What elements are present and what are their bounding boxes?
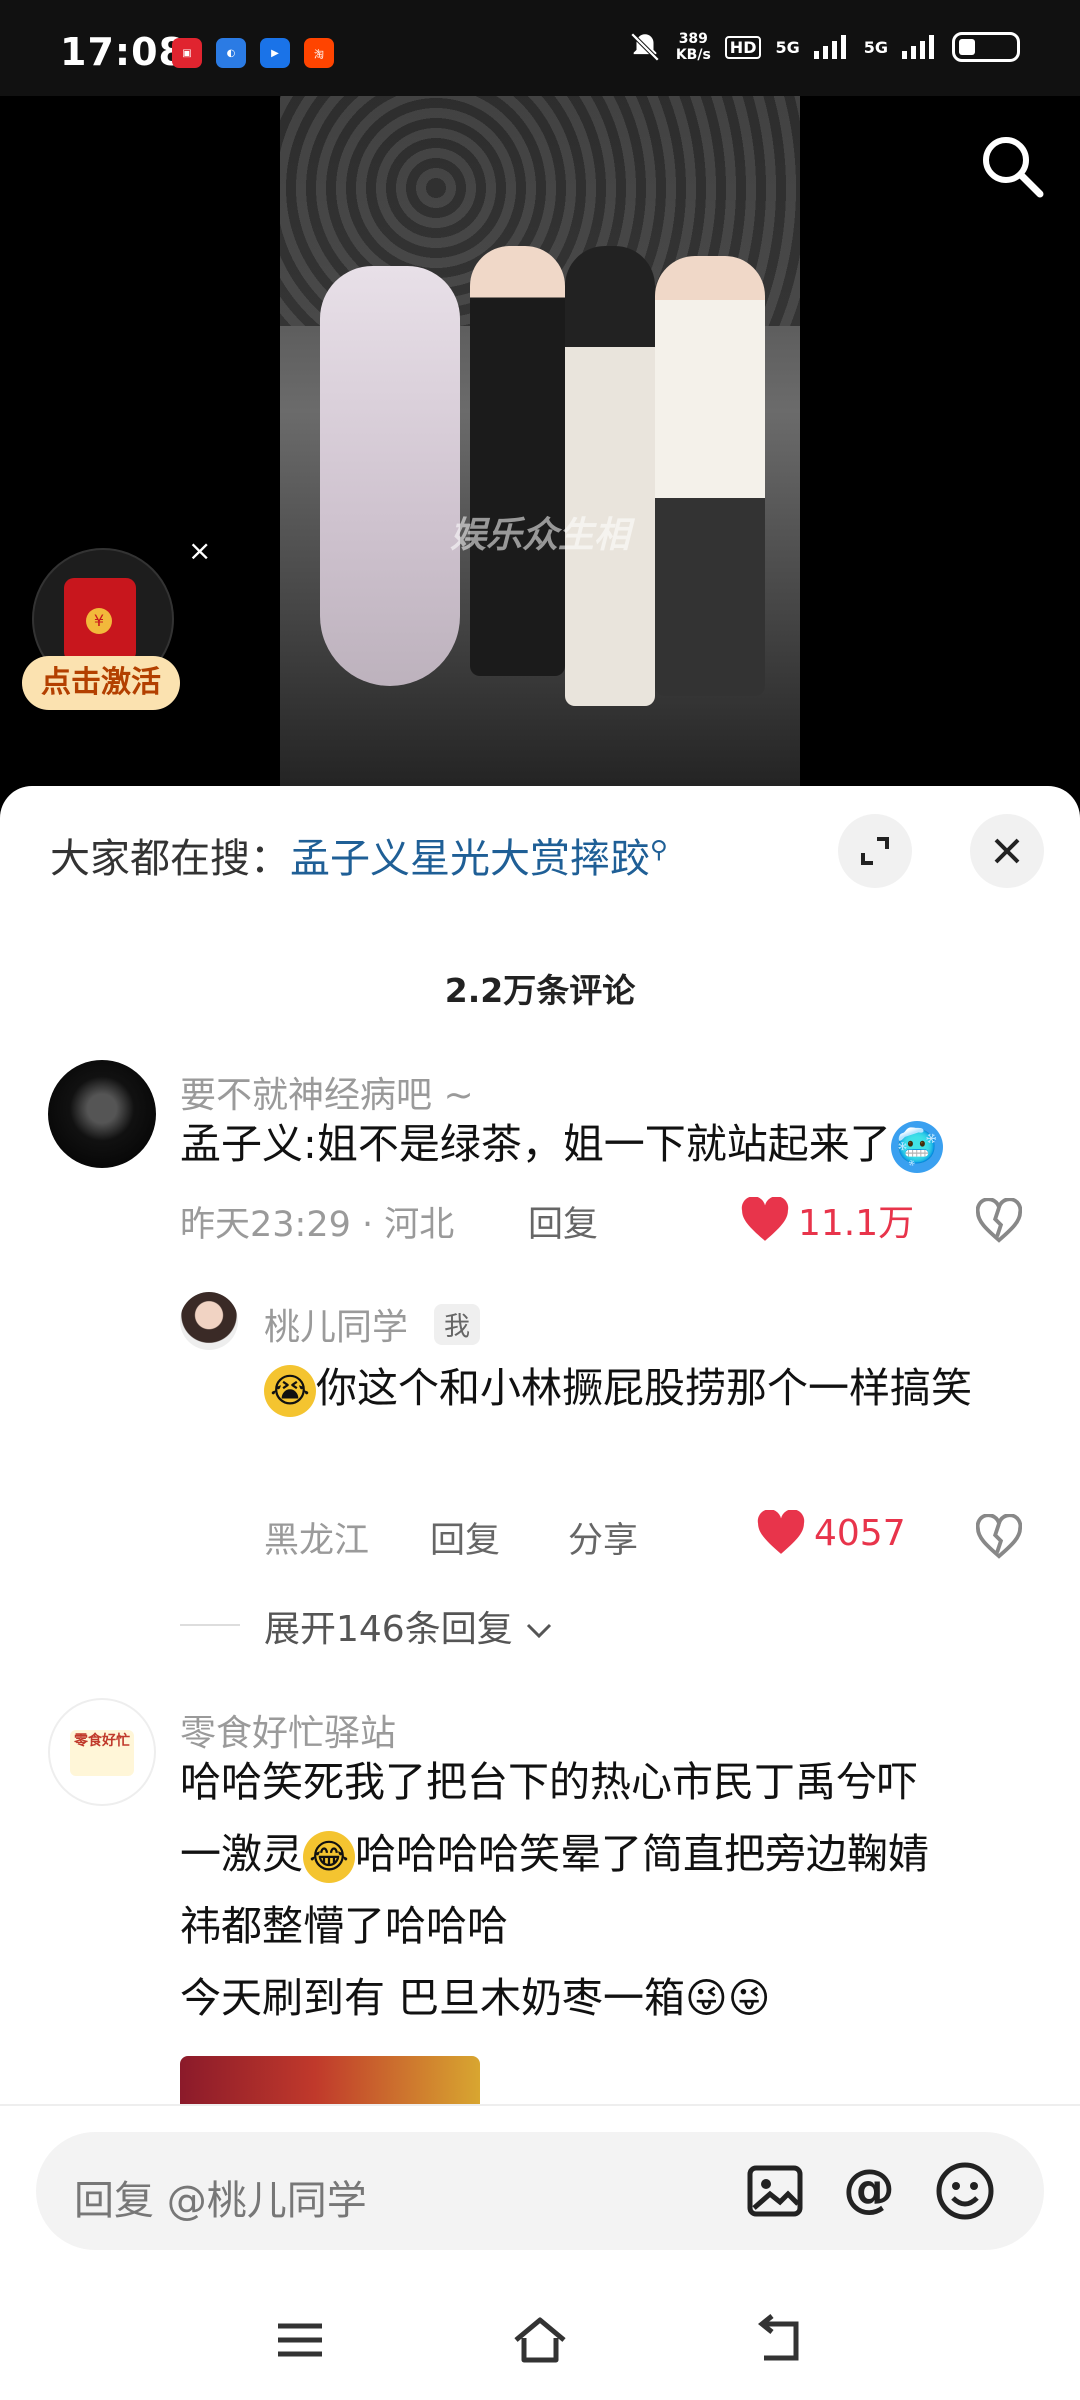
heart-icon <box>757 1510 805 1554</box>
signal-sim1: 5G <box>775 37 800 57</box>
close-icon <box>994 838 1020 864</box>
red-packet-widget[interactable]: 点击激活 × <box>22 534 211 710</box>
signal-bars-icon <box>902 35 934 59</box>
app-notification-icon: 淘 <box>304 38 334 68</box>
share-button[interactable]: 分享 <box>568 1512 638 1563</box>
expand-button[interactable] <box>838 814 912 888</box>
reply-username[interactable]: 桃儿同学 <box>264 1298 408 1350</box>
comment-line: 哈哈笑死我了把台下的热心市民丁禹兮吓 <box>180 1758 918 1806</box>
like-button[interactable]: 4057 <box>756 1510 906 1556</box>
close-button[interactable] <box>970 814 1044 888</box>
search-icon[interactable] <box>976 130 1048 202</box>
battery-icon <box>952 32 1020 62</box>
app-notification-icon: ▣ <box>172 38 202 68</box>
broken-heart-icon[interactable] <box>976 1198 1022 1244</box>
emoji-icon[interactable] <box>932 2158 998 2224</box>
home-icon[interactable] <box>510 2310 570 2370</box>
app-notification-icon: ◐ <box>216 38 246 68</box>
comment-line: 一激灵 😂 哈哈哈哈笑晕了简直把旁边鞠婧 <box>180 1818 1040 1890</box>
video-figure <box>565 246 655 706</box>
divider <box>180 1624 240 1626</box>
reply-input-bar: 回复 @桃儿同学 @ <box>0 2104 1080 2274</box>
like-button[interactable]: 11.1万 <box>740 1194 914 1246</box>
reply-button[interactable]: 回复 <box>528 1196 598 1247</box>
reply-input-placeholder: 回复 @桃儿同学 <box>74 2178 367 2224</box>
search-icon: ⚲ <box>650 835 668 864</box>
video-figure <box>320 266 460 686</box>
emoji: 😭 <box>264 1365 316 1417</box>
reply-location: 黑龙江 <box>264 1521 370 1561</box>
back-icon[interactable] <box>750 2310 810 2370</box>
hd-badge: HD <box>724 35 762 59</box>
red-envelope-icon <box>64 578 136 662</box>
comment-line: 祎都整懵了哈哈哈 <box>180 1902 508 1950</box>
avatar[interactable] <box>48 1060 156 1168</box>
me-badge: 我 <box>434 1304 481 1345</box>
comment-text: 哈哈笑死我了把台下的热心市民丁禹兮吓 一激灵 😂 哈哈哈哈笑晕了简直把旁边鞠婧 祎都… <box>180 1746 1040 2034</box>
broken-heart-icon[interactable] <box>976 1514 1022 1560</box>
trending-search-keyword[interactable]: 孟子义星光大赏摔跤 <box>290 836 650 882</box>
emoji: 😂 <box>303 1831 355 1883</box>
reply-button[interactable]: 回复 <box>430 1512 500 1563</box>
reply-input[interactable]: 回复 @桃儿同学 @ <box>36 2132 1044 2250</box>
video-frame[interactable]: 娱乐众生相 <box>280 96 800 796</box>
signal-sim2: 5G <box>863 37 888 57</box>
status-bar: 17:08 ▣ ◐ ▶ 淘 389 KB/s HD 5G 5G <box>0 0 1080 96</box>
heart-icon <box>741 1197 789 1241</box>
avatar[interactable]: 零食好忙 <box>48 1698 156 1806</box>
comment-count: 2.2万条评论 <box>444 971 636 1010</box>
like-count: 11.1万 <box>798 1203 915 1244</box>
trending-search-prefix: 大家都在搜： <box>50 836 290 882</box>
svg-text:@: @ <box>843 2159 895 2219</box>
status-app-icons: ▣ ◐ ▶ 淘 <box>172 38 334 68</box>
avatar-logo-text: 零食好忙 <box>70 1730 134 1776</box>
trending-search[interactable]: 大家都在搜：孟子义星光大赏摔跤⚲ <box>50 826 668 884</box>
reply-text: 😭 你这个和小林撅屁股捞那个一样搞笑 <box>264 1352 1024 1424</box>
mention-icon[interactable]: @ <box>836 2158 902 2224</box>
comment-text: 孟子义:姐不是绿茶，姐一下就站起来了 🥶 <box>180 1108 943 1180</box>
close-icon[interactable]: × <box>188 534 211 567</box>
like-count: 4057 <box>814 1512 906 1554</box>
comment-time-location: 昨天23:29 · 河北 <box>180 1205 455 1245</box>
comment-line: 今天刷到有 巴旦木奶枣一箱😜😜 <box>180 1974 771 2022</box>
status-indicators: 389 KB/s HD 5G 5G <box>628 30 1020 64</box>
video-watermark: 娱乐众生相 <box>450 515 631 556</box>
expand-replies-button[interactable]: 展开146条回复 <box>264 1600 554 1652</box>
status-time: 17:08 <box>60 30 186 74</box>
avatar[interactable] <box>180 1292 238 1350</box>
mute-bell-icon <box>630 32 660 62</box>
app-notification-icon: ▶ <box>260 38 290 68</box>
chevron-down-icon <box>527 1623 552 1639</box>
image-icon[interactable] <box>742 2158 808 2224</box>
menu-icon[interactable] <box>270 2310 330 2370</box>
video-figure <box>655 256 765 696</box>
video-figure <box>470 246 565 676</box>
red-packet-activate-button[interactable]: 点击激活 <box>22 656 180 710</box>
expand-icon <box>861 837 889 865</box>
emoji: 🥶 <box>890 1121 943 1173</box>
signal-bars-icon <box>813 35 846 59</box>
emoji: 😜😜 <box>685 1974 771 2022</box>
system-nav-bar <box>0 2274 1080 2400</box>
net-speed: 389 KB/s <box>675 31 711 63</box>
